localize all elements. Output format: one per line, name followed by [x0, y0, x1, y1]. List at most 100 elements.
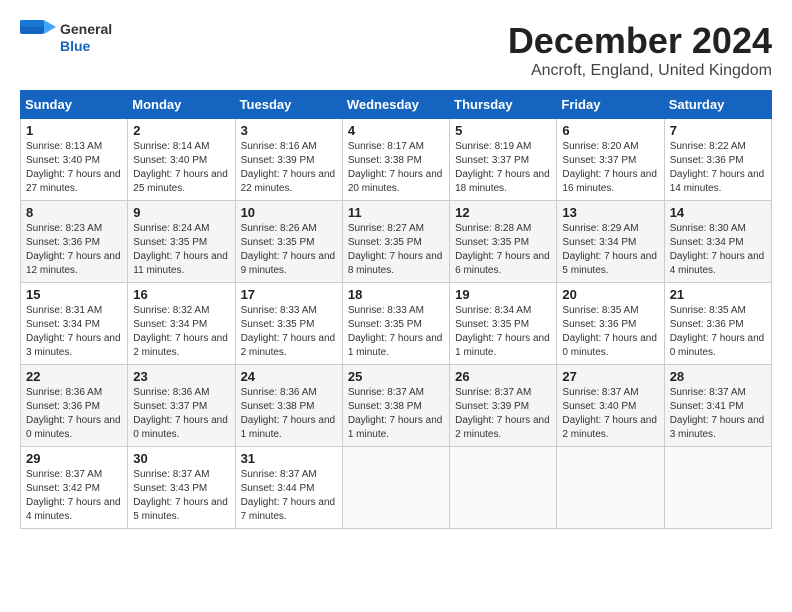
day-number: 22 — [26, 369, 122, 384]
day-header-tuesday: Tuesday — [235, 91, 342, 119]
day-number: 25 — [348, 369, 444, 384]
day-info: Sunrise: 8:37 AMSunset: 3:43 PMDaylight:… — [133, 468, 229, 524]
calendar-cell: 11 Sunrise: 8:27 AMSunset: 3:35 PMDayligh… — [342, 201, 449, 283]
location-subtitle: Ancroft, England, United Kingdom — [508, 62, 772, 80]
day-info: Sunrise: 8:37 AMSunset: 3:42 PMDaylight:… — [26, 468, 122, 524]
calendar-cell: 15 Sunrise: 8:31 AMSunset: 3:34 PMDayligh… — [21, 283, 128, 365]
day-info: Sunrise: 8:24 AMSunset: 3:35 PMDaylight:… — [133, 222, 229, 278]
day-info: Sunrise: 8:37 AMSunset: 3:39 PMDaylight:… — [455, 386, 551, 442]
calendar-cell — [450, 447, 557, 529]
day-number: 7 — [670, 123, 766, 138]
calendar-cell: 7 Sunrise: 8:22 AMSunset: 3:36 PMDaylight… — [664, 119, 771, 201]
day-number: 18 — [348, 287, 444, 302]
day-number: 3 — [241, 123, 337, 138]
calendar-cell: 6Sunrise: 8:20 AMSunset: 3:37 PMDaylight… — [557, 119, 664, 201]
day-number: 1 — [26, 123, 122, 138]
calendar-cell: 30 Sunrise: 8:37 AMSunset: 3:43 PMDayligh… — [128, 447, 235, 529]
calendar-cell: 18 Sunrise: 8:33 AMSunset: 3:35 PMDayligh… — [342, 283, 449, 365]
logo-general-label: General — [60, 21, 112, 38]
calendar-cell: 3 Sunrise: 8:16 AMSunset: 3:39 PMDaylight… — [235, 119, 342, 201]
day-info: Sunrise: 8:22 AMSunset: 3:36 PMDaylight:… — [670, 140, 766, 196]
calendar-cell: 23 Sunrise: 8:36 AMSunset: 3:37 PMDayligh… — [128, 365, 235, 447]
day-info: Sunrise: 8:13 AMSunset: 3:40 PMDaylight:… — [26, 140, 122, 196]
day-info: Sunrise: 8:27 AMSunset: 3:35 PMDaylight:… — [348, 222, 444, 278]
day-info: Sunrise: 8:31 AMSunset: 3:34 PMDaylight:… — [26, 304, 122, 360]
day-number: 14 — [670, 205, 766, 220]
day-info: Sunrise: 8:36 AMSunset: 3:36 PMDaylight:… — [26, 386, 122, 442]
day-info: Sunrise: 8:32 AMSunset: 3:34 PMDaylight:… — [133, 304, 229, 360]
title-block: December 2024 Ancroft, England, United K… — [508, 20, 772, 80]
day-number: 9 — [133, 205, 229, 220]
day-number: 17 — [241, 287, 337, 302]
day-number: 5 — [455, 123, 551, 138]
day-info: Sunrise: 8:23 AMSunset: 3:36 PMDaylight:… — [26, 222, 122, 278]
calendar-cell: 10Sunrise: 8:26 AMSunset: 3:35 PMDayligh… — [235, 201, 342, 283]
day-number: 28 — [670, 369, 766, 384]
calendar-header-row: SundayMondayTuesdayWednesdayThursdayFrid… — [21, 91, 772, 119]
day-number: 30 — [133, 451, 229, 466]
day-info: Sunrise: 8:26 AMSunset: 3:35 PMDaylight:… — [241, 222, 337, 278]
day-number: 11 — [348, 205, 444, 220]
day-info: Sunrise: 8:29 AMSunset: 3:34 PMDaylight:… — [562, 222, 658, 278]
day-info: Sunrise: 8:16 AMSunset: 3:39 PMDaylight:… — [241, 140, 337, 196]
day-info: Sunrise: 8:35 AMSunset: 3:36 PMDaylight:… — [562, 304, 658, 360]
day-number: 20 — [562, 287, 658, 302]
calendar-cell: 1 Sunrise: 8:13 AMSunset: 3:40 PMDaylight… — [21, 119, 128, 201]
calendar-cell: 12Sunrise: 8:28 AMSunset: 3:35 PMDayligh… — [450, 201, 557, 283]
calendar-cell: 5Sunrise: 8:19 AMSunset: 3:37 PMDaylight… — [450, 119, 557, 201]
day-header-monday: Monday — [128, 91, 235, 119]
day-info: Sunrise: 8:37 AMSunset: 3:38 PMDaylight:… — [348, 386, 444, 442]
calendar-cell — [557, 447, 664, 529]
calendar-cell: 16Sunrise: 8:32 AMSunset: 3:34 PMDayligh… — [128, 283, 235, 365]
day-header-friday: Friday — [557, 91, 664, 119]
calendar-cell: 9 Sunrise: 8:24 AMSunset: 3:35 PMDaylight… — [128, 201, 235, 283]
calendar-cell: 8 Sunrise: 8:23 AMSunset: 3:36 PMDaylight… — [21, 201, 128, 283]
calendar-cell: 13Sunrise: 8:29 AMSunset: 3:34 PMDayligh… — [557, 201, 664, 283]
day-info: Sunrise: 8:35 AMSunset: 3:36 PMDaylight:… — [670, 304, 766, 360]
day-number: 29 — [26, 451, 122, 466]
calendar-cell: 14Sunrise: 8:30 AMSunset: 3:34 PMDayligh… — [664, 201, 771, 283]
page-header: General Blue December 2024 Ancroft, Engl… — [20, 20, 772, 80]
calendar-cell: 19 Sunrise: 8:34 AMSunset: 3:35 PMDayligh… — [450, 283, 557, 365]
day-number: 4 — [348, 123, 444, 138]
day-number: 2 — [133, 123, 229, 138]
day-header-thursday: Thursday — [450, 91, 557, 119]
logo: General Blue — [20, 20, 112, 56]
calendar-week-1: 1 Sunrise: 8:13 AMSunset: 3:40 PMDaylight… — [21, 119, 772, 201]
calendar-cell: 20 Sunrise: 8:35 AMSunset: 3:36 PMDayligh… — [557, 283, 664, 365]
day-number: 19 — [455, 287, 551, 302]
day-number: 26 — [455, 369, 551, 384]
day-number: 27 — [562, 369, 658, 384]
day-info: Sunrise: 8:37 AMSunset: 3:41 PMDaylight:… — [670, 386, 766, 442]
day-number: 21 — [670, 287, 766, 302]
day-info: Sunrise: 8:20 AMSunset: 3:37 PMDaylight:… — [562, 140, 658, 196]
calendar-cell: 22 Sunrise: 8:36 AMSunset: 3:36 PMDayligh… — [21, 365, 128, 447]
calendar-cell: 25 Sunrise: 8:37 AMSunset: 3:38 PMDayligh… — [342, 365, 449, 447]
day-info: Sunrise: 8:28 AMSunset: 3:35 PMDaylight:… — [455, 222, 551, 278]
day-number: 31 — [241, 451, 337, 466]
calendar-cell: 4 Sunrise: 8:17 AMSunset: 3:38 PMDaylight… — [342, 119, 449, 201]
logo-blue-label: Blue — [60, 38, 112, 55]
calendar-week-3: 15 Sunrise: 8:31 AMSunset: 3:34 PMDayligh… — [21, 283, 772, 365]
calendar-week-2: 8 Sunrise: 8:23 AMSunset: 3:36 PMDaylight… — [21, 201, 772, 283]
calendar-week-5: 29 Sunrise: 8:37 AMSunset: 3:42 PMDayligh… — [21, 447, 772, 529]
calendar-cell — [342, 447, 449, 529]
calendar-cell: 27Sunrise: 8:37 AMSunset: 3:40 PMDayligh… — [557, 365, 664, 447]
calendar-cell: 31 Sunrise: 8:37 AMSunset: 3:44 PMDayligh… — [235, 447, 342, 529]
day-info: Sunrise: 8:33 AMSunset: 3:35 PMDaylight:… — [348, 304, 444, 360]
calendar-cell — [664, 447, 771, 529]
day-info: Sunrise: 8:14 AMSunset: 3:40 PMDaylight:… — [133, 140, 229, 196]
calendar-week-4: 22 Sunrise: 8:36 AMSunset: 3:36 PMDayligh… — [21, 365, 772, 447]
day-number: 8 — [26, 205, 122, 220]
calendar-cell: 26 Sunrise: 8:37 AMSunset: 3:39 PMDayligh… — [450, 365, 557, 447]
calendar-table: SundayMondayTuesdayWednesdayThursdayFrid… — [20, 90, 772, 529]
day-number: 15 — [26, 287, 122, 302]
day-number: 23 — [133, 369, 229, 384]
calendar-cell: 29 Sunrise: 8:37 AMSunset: 3:42 PMDayligh… — [21, 447, 128, 529]
day-header-saturday: Saturday — [664, 91, 771, 119]
month-title: December 2024 — [508, 20, 772, 62]
day-info: Sunrise: 8:37 AMSunset: 3:44 PMDaylight:… — [241, 468, 337, 524]
day-info: Sunrise: 8:17 AMSunset: 3:38 PMDaylight:… — [348, 140, 444, 196]
day-info: Sunrise: 8:34 AMSunset: 3:35 PMDaylight:… — [455, 304, 551, 360]
day-info: Sunrise: 8:36 AMSunset: 3:37 PMDaylight:… — [133, 386, 229, 442]
